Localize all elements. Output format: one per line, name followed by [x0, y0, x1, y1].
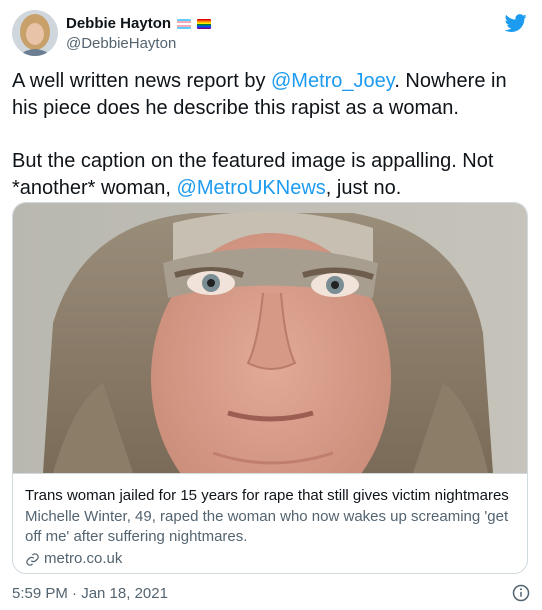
transgender-flag-icon [177, 19, 192, 29]
user-handle[interactable]: @DebbieHayton [66, 34, 176, 54]
tweet-text-segment: , just no. [325, 177, 402, 199]
avatar[interactable] [12, 10, 58, 56]
card-title[interactable]: Trans woman jailed for 15 years for rape… [25, 486, 519, 506]
mention-metrouknews-link[interactable]: @MetroUKNews [177, 177, 326, 199]
tweet-paragraph-1: A well written news report by @Metro_Joe… [12, 68, 534, 122]
twitter-bird-icon[interactable] [504, 12, 528, 34]
link-preview-card[interactable]: Trans woman jailed for 15 years for rape… [12, 202, 528, 574]
tweet-text: A well written news report by @Metro_Joe… [12, 68, 534, 202]
tweet: Debbie Hayton @DebbieHayton A well writt… [0, 0, 542, 610]
tweet-text-segment: A well written news report by [12, 70, 271, 92]
card-description[interactable]: Michelle Winter, 49, raped the woman who… [25, 507, 517, 547]
mention-metro-joey-link[interactable]: @Metro_Joey [271, 70, 394, 92]
author-name-line[interactable]: Debbie Hayton [66, 14, 212, 34]
card-domain[interactable]: metro.co.uk [25, 549, 122, 569]
link-icon [26, 552, 39, 566]
info-icon[interactable] [512, 584, 530, 602]
display-name[interactable]: Debbie Hayton [66, 14, 171, 34]
card-image[interactable] [13, 203, 527, 474]
card-domain-text[interactable]: metro.co.uk [44, 549, 122, 569]
rainbow-flag-icon [197, 19, 212, 29]
tweet-paragraph-2: But the caption on the featured image is… [12, 148, 534, 202]
tweet-timestamp[interactable]: 5:59 PM · Jan 18, 2021 [12, 584, 168, 604]
